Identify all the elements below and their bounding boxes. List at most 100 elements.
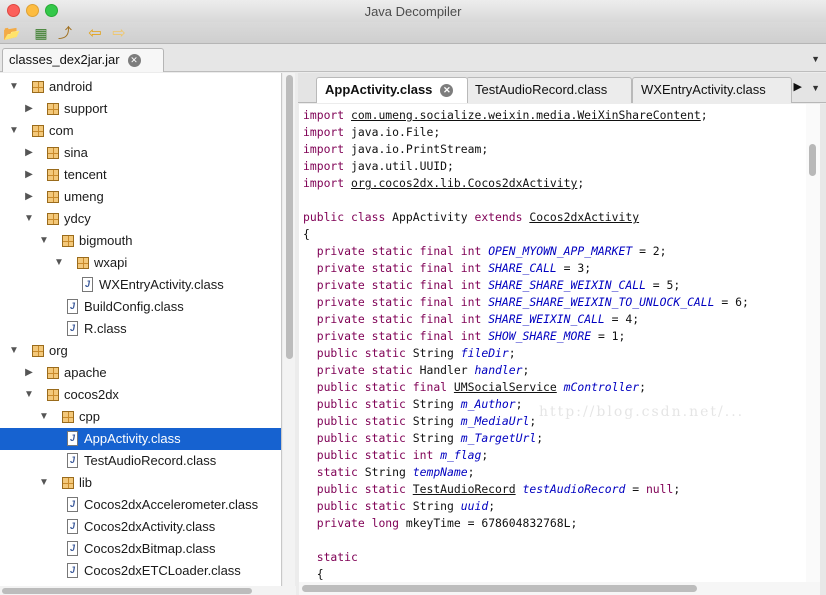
- class-file-icon: J: [67, 541, 78, 556]
- expand-arrow-icon[interactable]: ▼: [38, 472, 50, 494]
- expand-arrow-icon[interactable]: ▼: [8, 76, 20, 98]
- code-line: {: [303, 227, 310, 241]
- code-line: import org.cocos2dx.lib.Cocos2dxActivity…: [303, 176, 585, 190]
- close-icon[interactable]: ✕: [440, 84, 454, 98]
- code-line: private static final int SHOW_SHARE_MORE…: [316, 329, 626, 343]
- code-line: import java.io.File;: [303, 125, 441, 139]
- code-line: private static Handler handler;: [316, 363, 530, 377]
- tree-class-item[interactable]: J Cocos2dxActivity.class: [0, 516, 281, 538]
- code-line: public static final UMSocialService mCon…: [316, 380, 646, 394]
- package-icon: [62, 477, 74, 489]
- expand-arrow-icon[interactable]: ▼: [23, 384, 35, 406]
- tree-item-label: org: [49, 343, 68, 358]
- tree-item-label: android: [49, 79, 93, 94]
- tree-package-item[interactable]: ▶ sina: [0, 142, 281, 164]
- collapse-arrow-icon[interactable]: ▶: [23, 186, 35, 208]
- tree-item-label: AppActivity.class: [84, 431, 181, 446]
- tree-package-item[interactable]: ▼ com: [0, 120, 281, 142]
- code-line: private long mkeyTime = 678604832768L;: [316, 516, 578, 530]
- package-icon: [47, 147, 59, 159]
- tree-item-label: umeng: [64, 189, 104, 204]
- watermark: http://blog.csdn.net/...: [539, 404, 745, 420]
- file-tab-bar: classes_dex2jar.jar ✕ ▼: [0, 44, 826, 72]
- tree-package-item[interactable]: ▼ lib: [0, 472, 281, 494]
- expand-arrow-icon[interactable]: ▼: [23, 208, 35, 230]
- tree-package-item[interactable]: ▶ tencent: [0, 164, 281, 186]
- tree-class-item[interactable]: J AppActivity.class: [0, 428, 281, 450]
- tree-horizontal-scrollbar[interactable]: [0, 586, 296, 595]
- tree-item-label: ydcy: [64, 211, 91, 226]
- back-arrow-icon[interactable]: ⇦: [86, 24, 104, 42]
- class-file-icon: J: [67, 299, 78, 314]
- tree-class-item[interactable]: J WXEntryActivity.class: [0, 274, 281, 296]
- class-file-icon: J: [67, 519, 78, 534]
- package-tree: ▼ android ▶ support ▼ com ▶ sina ▶ tencent ▶ umeng ▼…: [0, 73, 282, 586]
- open-type-icon[interactable]: ▦: [32, 24, 50, 42]
- collapse-arrow-icon[interactable]: ▶: [23, 164, 35, 186]
- tree-class-item[interactable]: J BuildConfig.class: [0, 296, 281, 318]
- package-icon: [47, 191, 59, 203]
- code-horizontal-scrollbar[interactable]: [299, 582, 820, 595]
- class-file-icon: J: [67, 431, 78, 446]
- collapse-arrow-icon[interactable]: ▶: [23, 362, 35, 384]
- package-icon: [47, 169, 59, 181]
- file-tab[interactable]: classes_dex2jar.jar ✕: [2, 48, 164, 72]
- code-line: public static String m_TargetUrl;: [316, 431, 544, 445]
- scroll-thumb[interactable]: [2, 588, 252, 594]
- editor-tab[interactable]: TestAudioRecord.class: [466, 77, 632, 103]
- code-view[interactable]: http://blog.csdn.net/... import com.umen…: [299, 104, 806, 582]
- tree-package-item[interactable]: ▼ org: [0, 340, 281, 362]
- scroll-thumb[interactable]: [302, 585, 697, 592]
- close-icon[interactable]: ✕: [127, 54, 141, 68]
- tree-class-item[interactable]: J R.class: [0, 318, 281, 340]
- class-file-icon: J: [67, 321, 78, 336]
- tree-package-item[interactable]: ▼ ydcy: [0, 208, 281, 230]
- editor-tab[interactable]: WXEntryActivity.class: [632, 77, 792, 103]
- package-icon: [32, 345, 44, 357]
- editor-tab[interactable]: AppActivity.class ✕: [316, 77, 468, 103]
- collapse-arrow-icon[interactable]: ▶: [23, 142, 35, 164]
- code-line: import com.umeng.socialize.weixin.media.…: [303, 108, 708, 122]
- open-file-icon[interactable]: 📂: [3, 24, 21, 42]
- right-edge: [820, 104, 826, 595]
- code-line: private static final int SHARE_SHARE_WEI…: [316, 278, 681, 292]
- expand-arrow-icon[interactable]: ▼: [38, 406, 50, 428]
- tree-package-item[interactable]: ▶ support: [0, 98, 281, 120]
- class-file-icon: J: [82, 277, 93, 292]
- window-title: Java Decompiler: [364, 4, 462, 19]
- tree-package-item[interactable]: ▼ android: [0, 76, 281, 98]
- package-icon: [47, 367, 59, 379]
- tree-item-label: tencent: [64, 167, 107, 182]
- chevron-down-icon[interactable]: ▼: [811, 83, 820, 93]
- collapse-arrow-icon[interactable]: ▶: [23, 98, 35, 120]
- tree-class-item[interactable]: J Cocos2dxETCLoader.class: [0, 560, 281, 582]
- expand-arrow-icon[interactable]: ▼: [8, 340, 20, 362]
- tree-package-item[interactable]: ▼ cocos2dx: [0, 384, 281, 406]
- code-line: public static String m_Author;: [316, 397, 523, 411]
- package-icon: [62, 411, 74, 423]
- tree-item-label: bigmouth: [79, 233, 133, 248]
- tree-package-item[interactable]: ▼ wxapi: [0, 252, 281, 274]
- code-line: private static final int SHARE_CALL = 3;: [316, 261, 592, 275]
- expand-arrow-icon[interactable]: ▼: [53, 252, 65, 274]
- tree-vertical-scrollbar[interactable]: [283, 73, 295, 586]
- tree-package-item[interactable]: ▼ cpp: [0, 406, 281, 428]
- tree-class-item[interactable]: J Cocos2dxBitmap.class: [0, 538, 281, 560]
- scroll-thumb[interactable]: [286, 75, 293, 359]
- chevron-down-icon[interactable]: ▼: [811, 54, 820, 64]
- more-tabs-icon[interactable]: ▶: [794, 80, 802, 93]
- tree-class-item[interactable]: J Cocos2dxAccelerometer.class: [0, 494, 281, 516]
- code-vertical-scrollbar[interactable]: [806, 104, 820, 582]
- expand-arrow-icon[interactable]: ▼: [8, 120, 20, 142]
- scroll-thumb[interactable]: [809, 144, 816, 176]
- expand-arrow-icon[interactable]: ▼: [38, 230, 50, 252]
- forward-arrow-icon[interactable]: ⇨: [110, 24, 128, 42]
- navigate-icon[interactable]: ⤴: [56, 24, 74, 42]
- title-bar: Java Decompiler: [0, 0, 826, 22]
- tree-package-item[interactable]: ▼ bigmouth: [0, 230, 281, 252]
- tree-item-label: R.class: [84, 321, 127, 336]
- code-line: import java.util.UUID;: [303, 159, 454, 173]
- tree-package-item[interactable]: ▶ apache: [0, 362, 281, 384]
- tree-class-item[interactable]: J TestAudioRecord.class: [0, 450, 281, 472]
- tree-package-item[interactable]: ▶ umeng: [0, 186, 281, 208]
